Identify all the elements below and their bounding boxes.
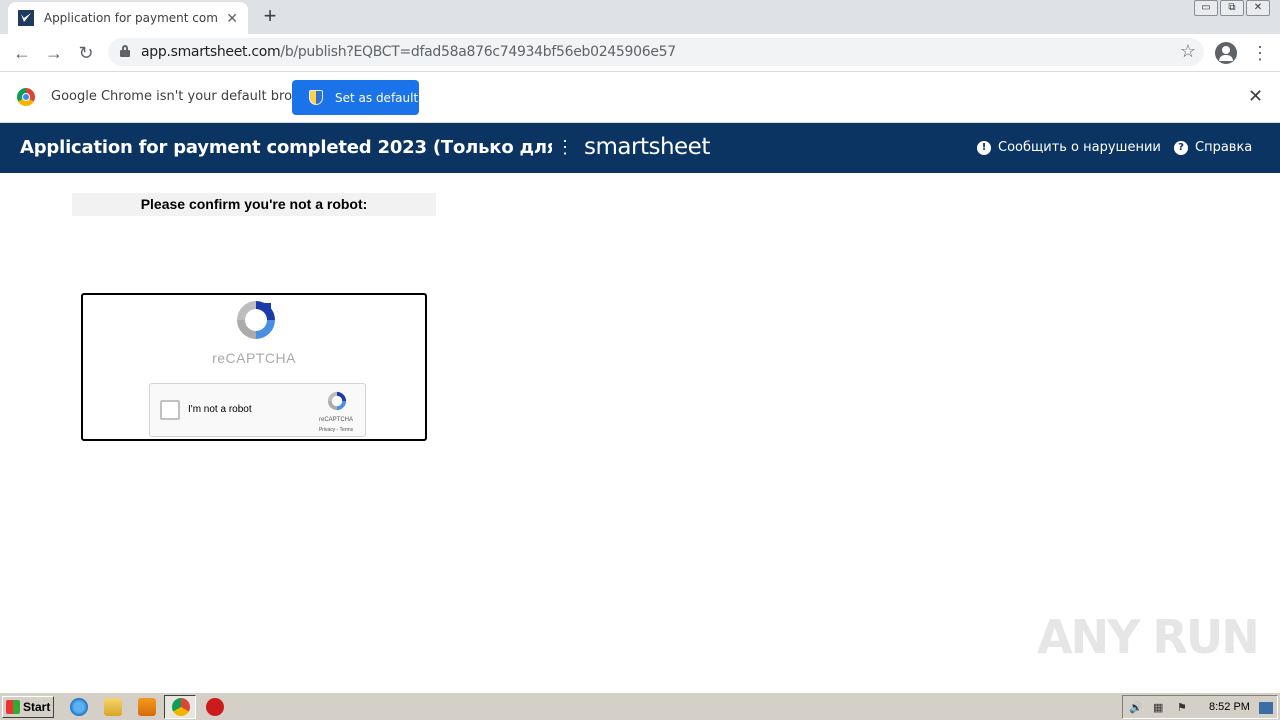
alert-icon: ! [977, 140, 991, 155]
security-alert-icon[interactable] [206, 698, 224, 716]
default-browser-infobar: Google Chrome isn't your default browser… [0, 72, 1280, 123]
forward-button[interactable]: → [43, 42, 65, 64]
set-as-default-label: Set as default [335, 90, 419, 105]
not-robot-label: I'm not a robot [188, 404, 252, 415]
tab-title: Application for payment completed 2023 [43, 11, 218, 25]
lock-icon[interactable] [120, 45, 130, 57]
window-controls: ▭ ⧉ ✕ [1194, 0, 1270, 16]
back-button[interactable]: ← [11, 42, 33, 64]
volume-icon[interactable]: 🔊 [1129, 701, 1143, 715]
sheet-menu-icon[interactable]: ⋮ [556, 137, 574, 158]
infobar-message: Google Chrome isn't your default browser [51, 89, 323, 104]
smartsheet-header: Application for payment completed 2023 (… [0, 123, 1280, 173]
privacy-terms-link[interactable]: Privacy - Terms [306, 427, 366, 433]
new-tab-button[interactable]: + [258, 5, 282, 29]
windows-taskbar: Start 🔊 ▦ ⚑ 8:52 PM [0, 692, 1280, 720]
bookmark-star-icon[interactable]: ☆ [1180, 41, 1196, 62]
report-abuse-label: Сообщить о нарушении [998, 140, 1161, 155]
infobar-close-icon[interactable]: ✕ [1248, 86, 1263, 107]
close-window-button[interactable]: ✕ [1246, 0, 1270, 16]
robot-confirm-heading: Please confirm you're not a robot: [72, 193, 436, 216]
browser-tab[interactable]: Application for payment completed 2023 ✕ [8, 2, 248, 34]
media-player-icon[interactable] [138, 698, 156, 716]
help-label: Справка [1195, 140, 1253, 155]
internet-explorer-icon[interactable] [70, 698, 88, 716]
tab-close-icon[interactable]: ✕ [226, 10, 238, 27]
recaptcha-small-label: reCAPTCHA [318, 417, 353, 423]
clock[interactable]: 8:52 PM [1209, 701, 1250, 713]
restore-button[interactable]: ⧉ [1220, 0, 1244, 16]
recaptcha-widget: I'm not a robot reCAPTCHA Privacy - Term… [149, 383, 366, 437]
action-center-flag-icon[interactable]: ⚑ [1177, 701, 1191, 715]
browser-menu-icon[interactable]: ⋮ [1251, 43, 1269, 63]
start-button[interactable]: Start [2, 696, 54, 718]
uac-shield-icon [309, 90, 323, 105]
reload-button[interactable]: ↻ [75, 42, 97, 64]
recaptcha-small-logo-icon [327, 391, 347, 411]
start-label: Start [23, 700, 51, 714]
recaptcha-label: reCAPTCHA [212, 350, 296, 366]
address-bar[interactable]: app.smartsheet.com/b/publish?EQBCT=dfad5… [108, 38, 1204, 66]
show-desktop-icon[interactable] [1259, 702, 1273, 714]
url-host: app.smartsheet.com [141, 44, 281, 60]
captcha-frame: reCAPTCHA I'm not a robot reCAPTCHA Priv… [81, 293, 427, 441]
tab-strip: Application for payment completed 2023 ✕… [0, 0, 1280, 34]
sheet-title: Application for payment completed 2023 (… [20, 137, 552, 158]
anyrun-watermark: ANY RUN [1037, 610, 1260, 664]
report-abuse-link[interactable]: ! Сообщить о нарушении [977, 140, 1161, 155]
url-path: /b/publish?EQBCT=dfad58a876c74934bf56eb0… [280, 44, 676, 60]
set-as-default-button[interactable]: Set as default [292, 80, 419, 115]
profile-icon[interactable] [1215, 42, 1237, 64]
minimize-button[interactable]: ▭ [1194, 0, 1218, 16]
chrome-taskbar-icon [172, 698, 190, 716]
system-tray: 🔊 ▦ ⚑ 8:52 PM [1122, 695, 1278, 719]
windows-flag-icon [6, 700, 20, 714]
file-explorer-icon[interactable] [104, 698, 122, 716]
chrome-taskbar-button[interactable] [164, 695, 196, 719]
help-icon: ? [1174, 140, 1188, 155]
browser-toolbar: ← → ↻ app.smartsheet.com/b/publish?EQBCT… [0, 34, 1280, 72]
not-robot-checkbox[interactable] [160, 400, 180, 420]
recaptcha-logo-icon [237, 301, 275, 339]
url-text[interactable]: app.smartsheet.com/b/publish?EQBCT=dfad5… [141, 44, 676, 60]
help-link[interactable]: ? Справка [1174, 140, 1252, 155]
chrome-icon [17, 88, 35, 106]
smartsheet-logo[interactable]: smartsheet [584, 134, 710, 160]
network-icon[interactable]: ▦ [1153, 701, 1167, 715]
smartsheet-favicon-icon [18, 10, 34, 26]
